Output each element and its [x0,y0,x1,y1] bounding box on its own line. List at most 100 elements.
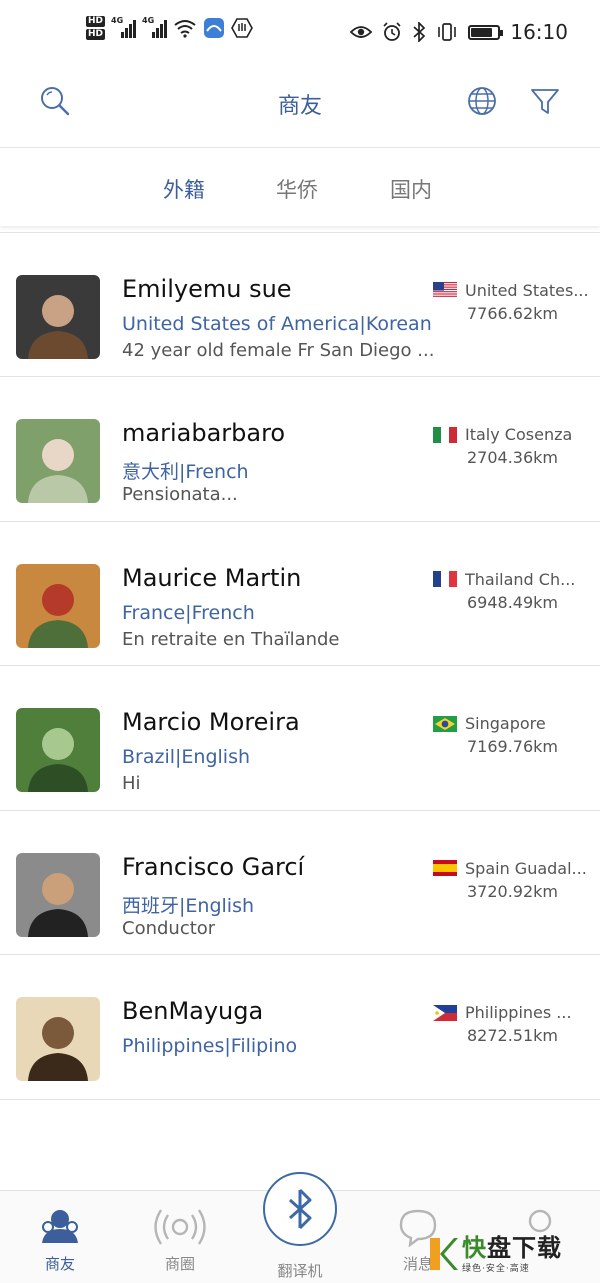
clock: 16:10 [510,20,568,44]
flag-ph-icon [433,1004,457,1021]
avatar-image [16,997,100,1081]
contact-bio: Conductor [122,917,216,939]
people-icon [42,1210,78,1243]
hd-indicator: HD HD [86,16,106,40]
flag-fr-icon [433,571,457,587]
app-header: 商友 [0,70,600,148]
contact-origin: Philippines|Filipino [122,1035,298,1057]
bluetooth-status-icon [413,22,426,42]
contact-location: Thailand Ch... [433,570,575,589]
location-text: Philippines ... [465,1003,572,1022]
avatar-image [16,274,100,359]
watermark-logo: 快盘下载 绿色·安全·高速 [428,1230,598,1278]
contact-bio: Hi [122,773,141,794]
contact-origin: Brazil|English [122,746,251,768]
contact-row[interactable]: mariabarbaro 意大利|French Pensionata... Italy… [0,377,600,522]
contact-name: Marcio Moreira [122,708,300,736]
hand-icon [231,18,253,38]
avatar-image [16,708,100,792]
contact-row[interactable]: Maurice Martin France|French En retraite e… [0,522,600,666]
battery-fill [471,27,493,37]
nav-business-friends[interactable]: 商友 [20,1207,100,1274]
contact-bio: Pensionata... [122,484,238,505]
signal-label: 4G [111,16,124,25]
contact-distance: 7169.76km [467,737,559,756]
watermark-main-b: 盘下载 [487,1233,562,1262]
nav-label: 商友 [44,1255,75,1273]
hd-label-2: HD [86,29,106,40]
flag-es-icon [433,860,457,876]
contact-origin: France|French [122,601,255,624]
contact-name: Francisco Garcí [122,852,305,881]
contact-distance: 3720.92km [467,881,559,901]
avatar[interactable] [16,997,100,1081]
translator-label: 翻译机 [277,1262,323,1280]
status-right: 16:10 [350,20,568,44]
contact-location: Spain Guadal... [433,859,587,878]
avatar[interactable] [16,708,100,792]
bluetooth-icon [288,1188,312,1230]
avatar[interactable] [16,419,100,503]
contact-row[interactable]: Emilyemu sue United States of America|Kor… [0,233,600,377]
tab-foreign[interactable]: 外籍 [163,174,205,204]
contact-location: Singapore [433,714,546,733]
watermark-main-a: 快 [462,1233,487,1262]
eye-icon [350,26,373,38]
location-text: Italy Cosenza [465,425,573,444]
avatar-image [16,563,100,648]
translator-button[interactable] [263,1172,337,1246]
avatar[interactable] [16,563,100,648]
contact-rows: Juraj ZembaSlovakia|SlovakTest Analysis … [0,226,600,1100]
status-bar: HD HD 4G 4G 16:10 [0,0,600,70]
flag-it-icon [433,426,457,443]
nav-label: 商圈 [164,1255,195,1273]
watermark-text: 快盘下载 绿色·安全·高速 [462,1235,562,1274]
contact-origin: 西班牙|English [122,894,255,917]
contact-row[interactable]: Francisco Garcí 西班牙|English Conductor Spain… [0,811,600,955]
contact-location: United States... [433,281,589,300]
avatar-image [16,852,100,937]
signal-icon: 4G [111,16,137,38]
flag-br-icon [433,715,457,732]
contact-distance: 6948.49km [467,592,559,612]
watermark-sub: 绿色·安全·高速 [462,1263,530,1274]
contact-bio: 42 year old female Fr San Diego ... [122,339,435,361]
contact-location: Philippines ... [433,1003,572,1022]
avatar[interactable] [16,852,100,937]
watermark-main: 快盘下载 [462,1235,562,1261]
location-text: Singapore [465,714,546,733]
flag-us-icon [433,282,457,298]
battery-icon [468,24,504,40]
location-text: Thailand Ch... [465,569,576,589]
tab-overseas-chinese[interactable]: 华侨 [276,174,318,204]
category-tabs: 外籍 华侨 国内 [0,148,600,226]
app-notification-icon [204,18,225,38]
contact-origin: 意大利|French [122,461,249,483]
signal-label-2: 4G [142,16,155,25]
contact-row[interactable]: BenMayuga Philippines|Filipino Philippines… [0,955,600,1100]
signal-icon-2: 4G [142,16,168,38]
contact-distance: 8272.51km [467,1026,559,1045]
filter-icon[interactable] [528,84,562,118]
contact-name: BenMayuga [122,997,264,1025]
contact-row[interactable]: Marcio Moreira Brazil|English Hi Singapore 7… [0,666,600,811]
nav-business-circle[interactable]: 商圈 [140,1207,220,1274]
contact-name: Emilyemu sue [122,274,292,303]
watermark-k-icon [430,1238,458,1270]
contact-bio: En retraite en Thaïlande [122,628,340,650]
tab-domestic[interactable]: 国内 [390,174,432,204]
location-text: United States... [465,280,589,300]
wifi-icon [174,20,196,38]
globe-icon[interactable] [465,84,499,118]
contact-distance: 2704.36km [467,448,559,467]
hd-label-1: HD [86,16,106,27]
avatar-image [16,419,100,503]
location-text: Spain Guadal... [465,858,587,878]
contact-origin: United States of America|Korean [122,312,432,335]
broadcast-icon [154,1209,206,1245]
status-left: HD HD 4G 4G [86,16,253,40]
contact-name: Maurice Martin [122,563,302,592]
vibrate-icon [438,23,457,41]
contact-list[interactable]: Juraj ZembaSlovakia|SlovakTest Analysis … [0,226,600,1190]
avatar[interactable] [16,274,100,359]
